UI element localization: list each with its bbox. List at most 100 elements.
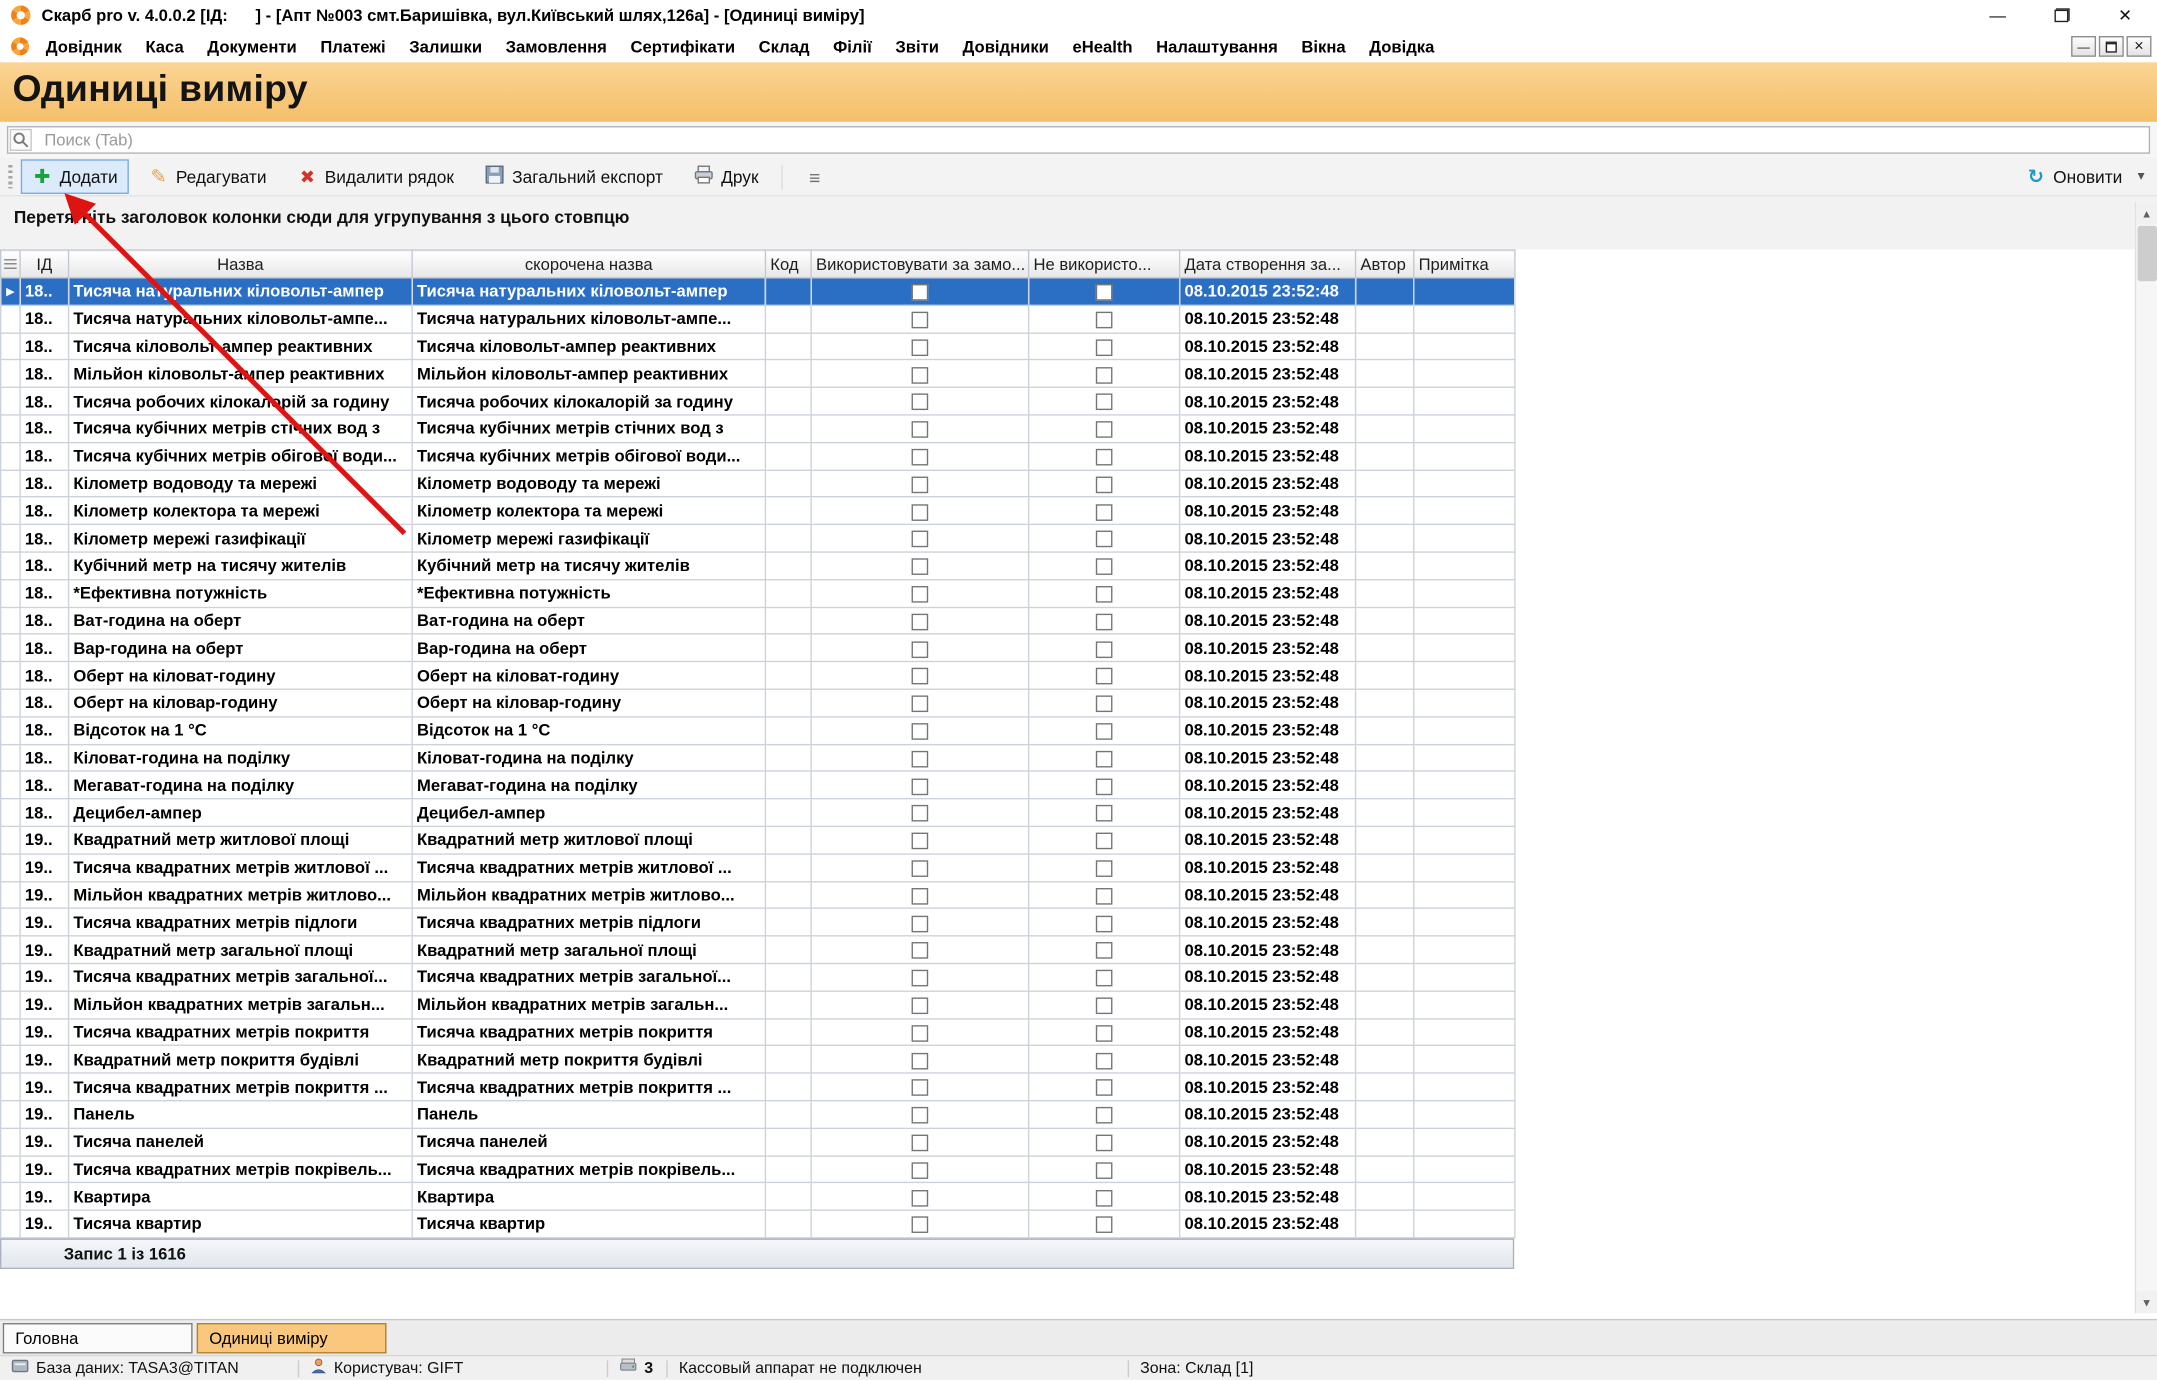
grid-row[interactable]: 18..Оберт на кіловат-годинуОберт на кіло…: [1, 662, 1515, 689]
mdi-restore-button[interactable]: [2099, 36, 2124, 57]
use-by-default-checkbox[interactable]: [912, 668, 929, 685]
grid-row[interactable]: 19..Мільйон квадратних метрів житлово...…: [1, 881, 1515, 908]
use-by-default-checkbox[interactable]: [912, 696, 929, 713]
do-not-use-checkbox[interactable]: [1096, 559, 1113, 576]
column-header-id[interactable]: ІД: [20, 250, 68, 278]
do-not-use-checkbox[interactable]: [1096, 668, 1113, 685]
do-not-use-checkbox[interactable]: [1096, 312, 1113, 329]
grid-row[interactable]: 18..Тисяча кубічних метрів стічних вод з…: [1, 415, 1515, 442]
tab-active[interactable]: Одиниці виміру: [197, 1322, 387, 1352]
menu-item[interactable]: Залишки: [409, 37, 482, 56]
grid-row[interactable]: 18..Тисяча натуральних кіловольт-ампе...…: [1, 305, 1515, 332]
do-not-use-checkbox[interactable]: [1096, 586, 1113, 603]
grid-row[interactable]: 18..Тисяча кубічних метрів обігової води…: [1, 442, 1515, 469]
menu-item[interactable]: Документи: [207, 37, 297, 56]
add-button[interactable]: ✚ Додати: [21, 159, 129, 194]
do-not-use-checkbox[interactable]: [1096, 805, 1113, 822]
use-by-default-checkbox[interactable]: [912, 559, 929, 576]
grid-row[interactable]: ▶18..Тисяча натуральних кіловольт-амперТ…: [1, 278, 1515, 305]
do-not-use-checkbox[interactable]: [1096, 1162, 1113, 1179]
use-by-default-checkbox[interactable]: [912, 1107, 929, 1124]
grid-row[interactable]: 18..Кіловат-година на поділкуКіловат-год…: [1, 744, 1515, 771]
grid-row[interactable]: 19..Квадратний метр загальної площіКвадр…: [1, 936, 1515, 963]
do-not-use-checkbox[interactable]: [1096, 449, 1113, 466]
do-not-use-checkbox[interactable]: [1096, 997, 1113, 1014]
menu-item[interactable]: Вікна: [1301, 37, 1345, 56]
grid-row[interactable]: 18..Кілометр мережі газифікаціїКілометр …: [1, 525, 1515, 552]
do-not-use-checkbox[interactable]: [1096, 1135, 1113, 1152]
grid-row[interactable]: 19..Тисяча квадратних метрів підлогиТися…: [1, 909, 1515, 936]
scrollbar-thumb[interactable]: [2138, 226, 2157, 281]
do-not-use-checkbox[interactable]: [1096, 970, 1113, 987]
use-by-default-checkbox[interactable]: [912, 723, 929, 740]
use-by-default-checkbox[interactable]: [912, 586, 929, 603]
group-by-panel[interactable]: Перетягніть заголовок колонки сюди для у…: [0, 197, 2157, 250]
use-by-default-checkbox[interactable]: [912, 1025, 929, 1042]
use-by-default-checkbox[interactable]: [912, 449, 929, 466]
grid-row[interactable]: 18..Ват-година на обертВат-година на обе…: [1, 607, 1515, 634]
edit-button[interactable]: ✎ Редагувати: [137, 159, 277, 194]
use-by-default-checkbox[interactable]: [912, 1162, 929, 1179]
grid-row[interactable]: 18..Децибел-амперДецибел-ампер08.10.2015…: [1, 799, 1515, 826]
use-by-default-checkbox[interactable]: [912, 943, 929, 960]
grid-row[interactable]: 19..Мільйон квадратних метрів загальн...…: [1, 991, 1515, 1018]
grid-row[interactable]: 19..Тисяча квадратних метрів покриттяТис…: [1, 1018, 1515, 1045]
do-not-use-checkbox[interactable]: [1096, 367, 1113, 384]
use-by-default-checkbox[interactable]: [912, 833, 929, 850]
menu-item[interactable]: Звіти: [895, 37, 939, 56]
grid-row[interactable]: 19..Тисяча квадратних метрів покрівель..…: [1, 1155, 1515, 1182]
grid-row[interactable]: 19..Тисяча панелейТисяча панелей08.10.20…: [1, 1128, 1515, 1155]
use-by-default-checkbox[interactable]: [912, 860, 929, 877]
scroll-up-button[interactable]: ▲: [2136, 202, 2157, 224]
do-not-use-checkbox[interactable]: [1096, 778, 1113, 795]
mdi-close-button[interactable]: ✕: [2127, 36, 2152, 57]
do-not-use-checkbox[interactable]: [1096, 943, 1113, 960]
do-not-use-checkbox[interactable]: [1096, 1080, 1113, 1097]
do-not-use-checkbox[interactable]: [1096, 394, 1113, 411]
do-not-use-checkbox[interactable]: [1096, 860, 1113, 877]
column-header-created[interactable]: Дата створення за...: [1180, 250, 1356, 278]
use-by-default-checkbox[interactable]: [912, 504, 929, 521]
grid-row[interactable]: 19..Тисяча квадратних метрів покриття ..…: [1, 1073, 1515, 1100]
use-by-default-checkbox[interactable]: [912, 1135, 929, 1152]
grid-row[interactable]: 19..КвартираКвартира08.10.2015 23:52:48: [1, 1183, 1515, 1210]
refresh-button[interactable]: ↻ Оновити: [2014, 159, 2133, 194]
do-not-use-checkbox[interactable]: [1096, 531, 1113, 548]
vertical-scrollbar[interactable]: ▲ ▼: [2135, 202, 2157, 1313]
do-not-use-checkbox[interactable]: [1096, 696, 1113, 713]
use-by-default-checkbox[interactable]: [912, 1080, 929, 1097]
grid-row[interactable]: 18..Тисяча робочих кілокалорій за годину…: [1, 387, 1515, 414]
delete-row-button[interactable]: ✖ Видалити рядок: [286, 160, 465, 193]
menu-item[interactable]: Платежі: [320, 37, 385, 56]
menu-item[interactable]: Налаштування: [1156, 37, 1278, 56]
menu-item[interactable]: eHealth: [1072, 37, 1132, 56]
do-not-use-checkbox[interactable]: [1096, 915, 1113, 932]
do-not-use-checkbox[interactable]: [1096, 723, 1113, 740]
grid-row[interactable]: 19..Тисяча квадратних метрів житлової ..…: [1, 854, 1515, 881]
grid-row[interactable]: 18..Кілометр колектора та мережіКілометр…: [1, 497, 1515, 524]
menu-item[interactable]: Замовлення: [506, 37, 607, 56]
use-by-default-checkbox[interactable]: [912, 997, 929, 1014]
grid-row[interactable]: 19..Квадратний метр житлової площіКвадра…: [1, 826, 1515, 853]
use-by-default-checkbox[interactable]: [912, 1217, 929, 1234]
use-by-default-checkbox[interactable]: [912, 421, 929, 438]
use-by-default-checkbox[interactable]: [912, 284, 929, 301]
grid-row[interactable]: 18..Мегават-година на поділкуМегават-год…: [1, 771, 1515, 798]
close-button[interactable]: ✕: [2093, 0, 2157, 30]
menu-item[interactable]: Сертифікати: [630, 37, 735, 56]
use-by-default-checkbox[interactable]: [912, 476, 929, 493]
grid-row[interactable]: 18..Кубічний метр на тисячу жителівКубіч…: [1, 552, 1515, 579]
search-input[interactable]: [7, 126, 2150, 154]
use-by-default-checkbox[interactable]: [912, 805, 929, 822]
grid-row[interactable]: 19..ПанельПанель08.10.2015 23:52:48: [1, 1101, 1515, 1128]
do-not-use-checkbox[interactable]: [1096, 1107, 1113, 1124]
do-not-use-checkbox[interactable]: [1096, 751, 1113, 768]
use-by-default-checkbox[interactable]: [912, 1189, 929, 1206]
grid-row[interactable]: 18..Відсоток на 1 °CВідсоток на 1 °C08.1…: [1, 717, 1515, 744]
menu-item[interactable]: Філії: [833, 37, 872, 56]
grid-row[interactable]: 19..Тисяча квартирТисяча квартир08.10.20…: [1, 1210, 1515, 1237]
grid-row[interactable]: 18..Кілометр водоводу та мережіКілометр …: [1, 470, 1515, 497]
tab[interactable]: Головна: [3, 1322, 193, 1352]
column-header-name[interactable]: Назва: [69, 250, 413, 278]
column-header-notuse[interactable]: Не використо...: [1029, 250, 1180, 278]
